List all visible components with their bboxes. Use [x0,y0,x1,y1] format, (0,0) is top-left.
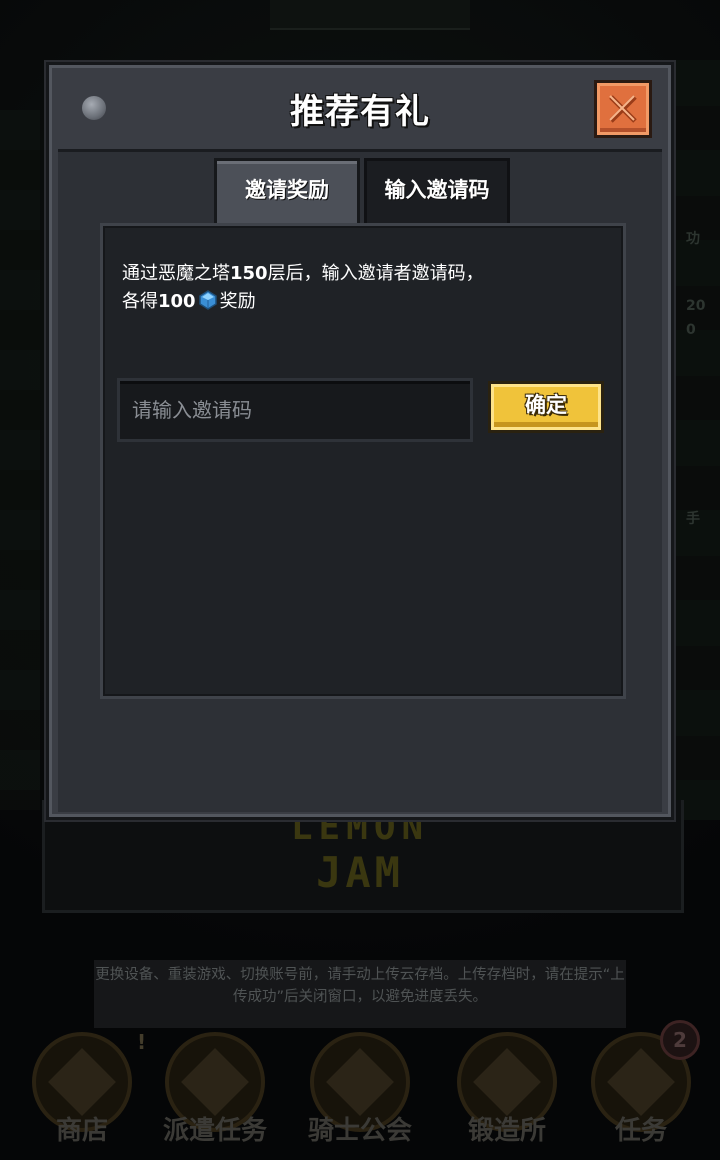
bottom-navigation: ! 商店 派遣任务 骑士公会 锻造所 2 任务 [0,1020,720,1160]
quest-count-badge: 2 [660,1020,700,1060]
cloud-save-notice: 更换设备、重装游戏、切换账号前，请手动上传云存档。上传存档时，请在提示“上传成功… [94,960,626,1028]
tab-enter-invite-code[interactable]: 输入邀请码 [364,158,510,224]
nav-label: 派遣任务 [162,1116,267,1146]
content-panel: 通过恶魔之塔150层后，输入邀请者邀请码， 各得100 奖励 确定 [100,223,626,699]
nav-item-quest[interactable]: 2 任务 [576,1020,706,1160]
nav-label: 商店 [55,1116,108,1146]
dialog-body: 邀请奖励 输入邀请码 通过恶魔之塔150层后，输入邀请者邀请码， 各得100 奖… [58,149,662,812]
close-icon [609,95,637,123]
top-banner [270,0,470,30]
nav-item-guild[interactable]: 骑士公会 [295,1020,425,1160]
nav-item-shop[interactable]: ! 商店 [17,1020,147,1160]
side-label: 20 [686,298,706,314]
left-side-panel [0,110,40,810]
info-text-segment: 奖励 [219,291,256,312]
side-label: 功 [686,231,700,247]
tab-invite-reward[interactable]: 邀请奖励 [214,158,360,224]
nav-label: 锻造所 [467,1116,546,1146]
dialog-header: 推荐有礼 [52,68,668,146]
side-label: 0 [686,322,696,338]
confirm-button[interactable]: 确定 [488,381,604,433]
nav-label: 骑士公会 [307,1116,412,1146]
alert-indicator: ! [137,1030,147,1054]
invite-code-input[interactable] [117,378,473,442]
info-text-segment: 层后，输入邀请者邀请码， [267,263,484,284]
close-button[interactable] [594,80,652,138]
right-side-panel: 功 20 0 手 [676,60,720,820]
nav-item-dispatch[interactable]: 派遣任务 [150,1020,280,1160]
info-text-segment: 通过恶魔之塔 [122,263,230,284]
dialog-title: 推荐有礼 [290,92,430,132]
reward-amount: 100 [158,291,196,312]
nav-item-forge[interactable]: 锻造所 [442,1020,572,1160]
reward-description: 通过恶魔之塔150层后，输入邀请者邀请码， 各得100 奖励 [122,260,602,316]
referral-dialog: 推荐有礼 邀请奖励 输入邀请码 通过恶魔之塔150层后，输入邀请者邀请码， 各得… [46,62,674,820]
logo-line-2: JAM [316,848,404,897]
lemon-jam-logo: LEMON JAM [275,808,445,898]
side-label: 手 [686,511,700,527]
blue-gem-icon [198,290,217,310]
floor-number: 150 [230,263,268,284]
nav-label: 任务 [614,1116,667,1146]
info-text-segment: 各得 [122,291,158,312]
